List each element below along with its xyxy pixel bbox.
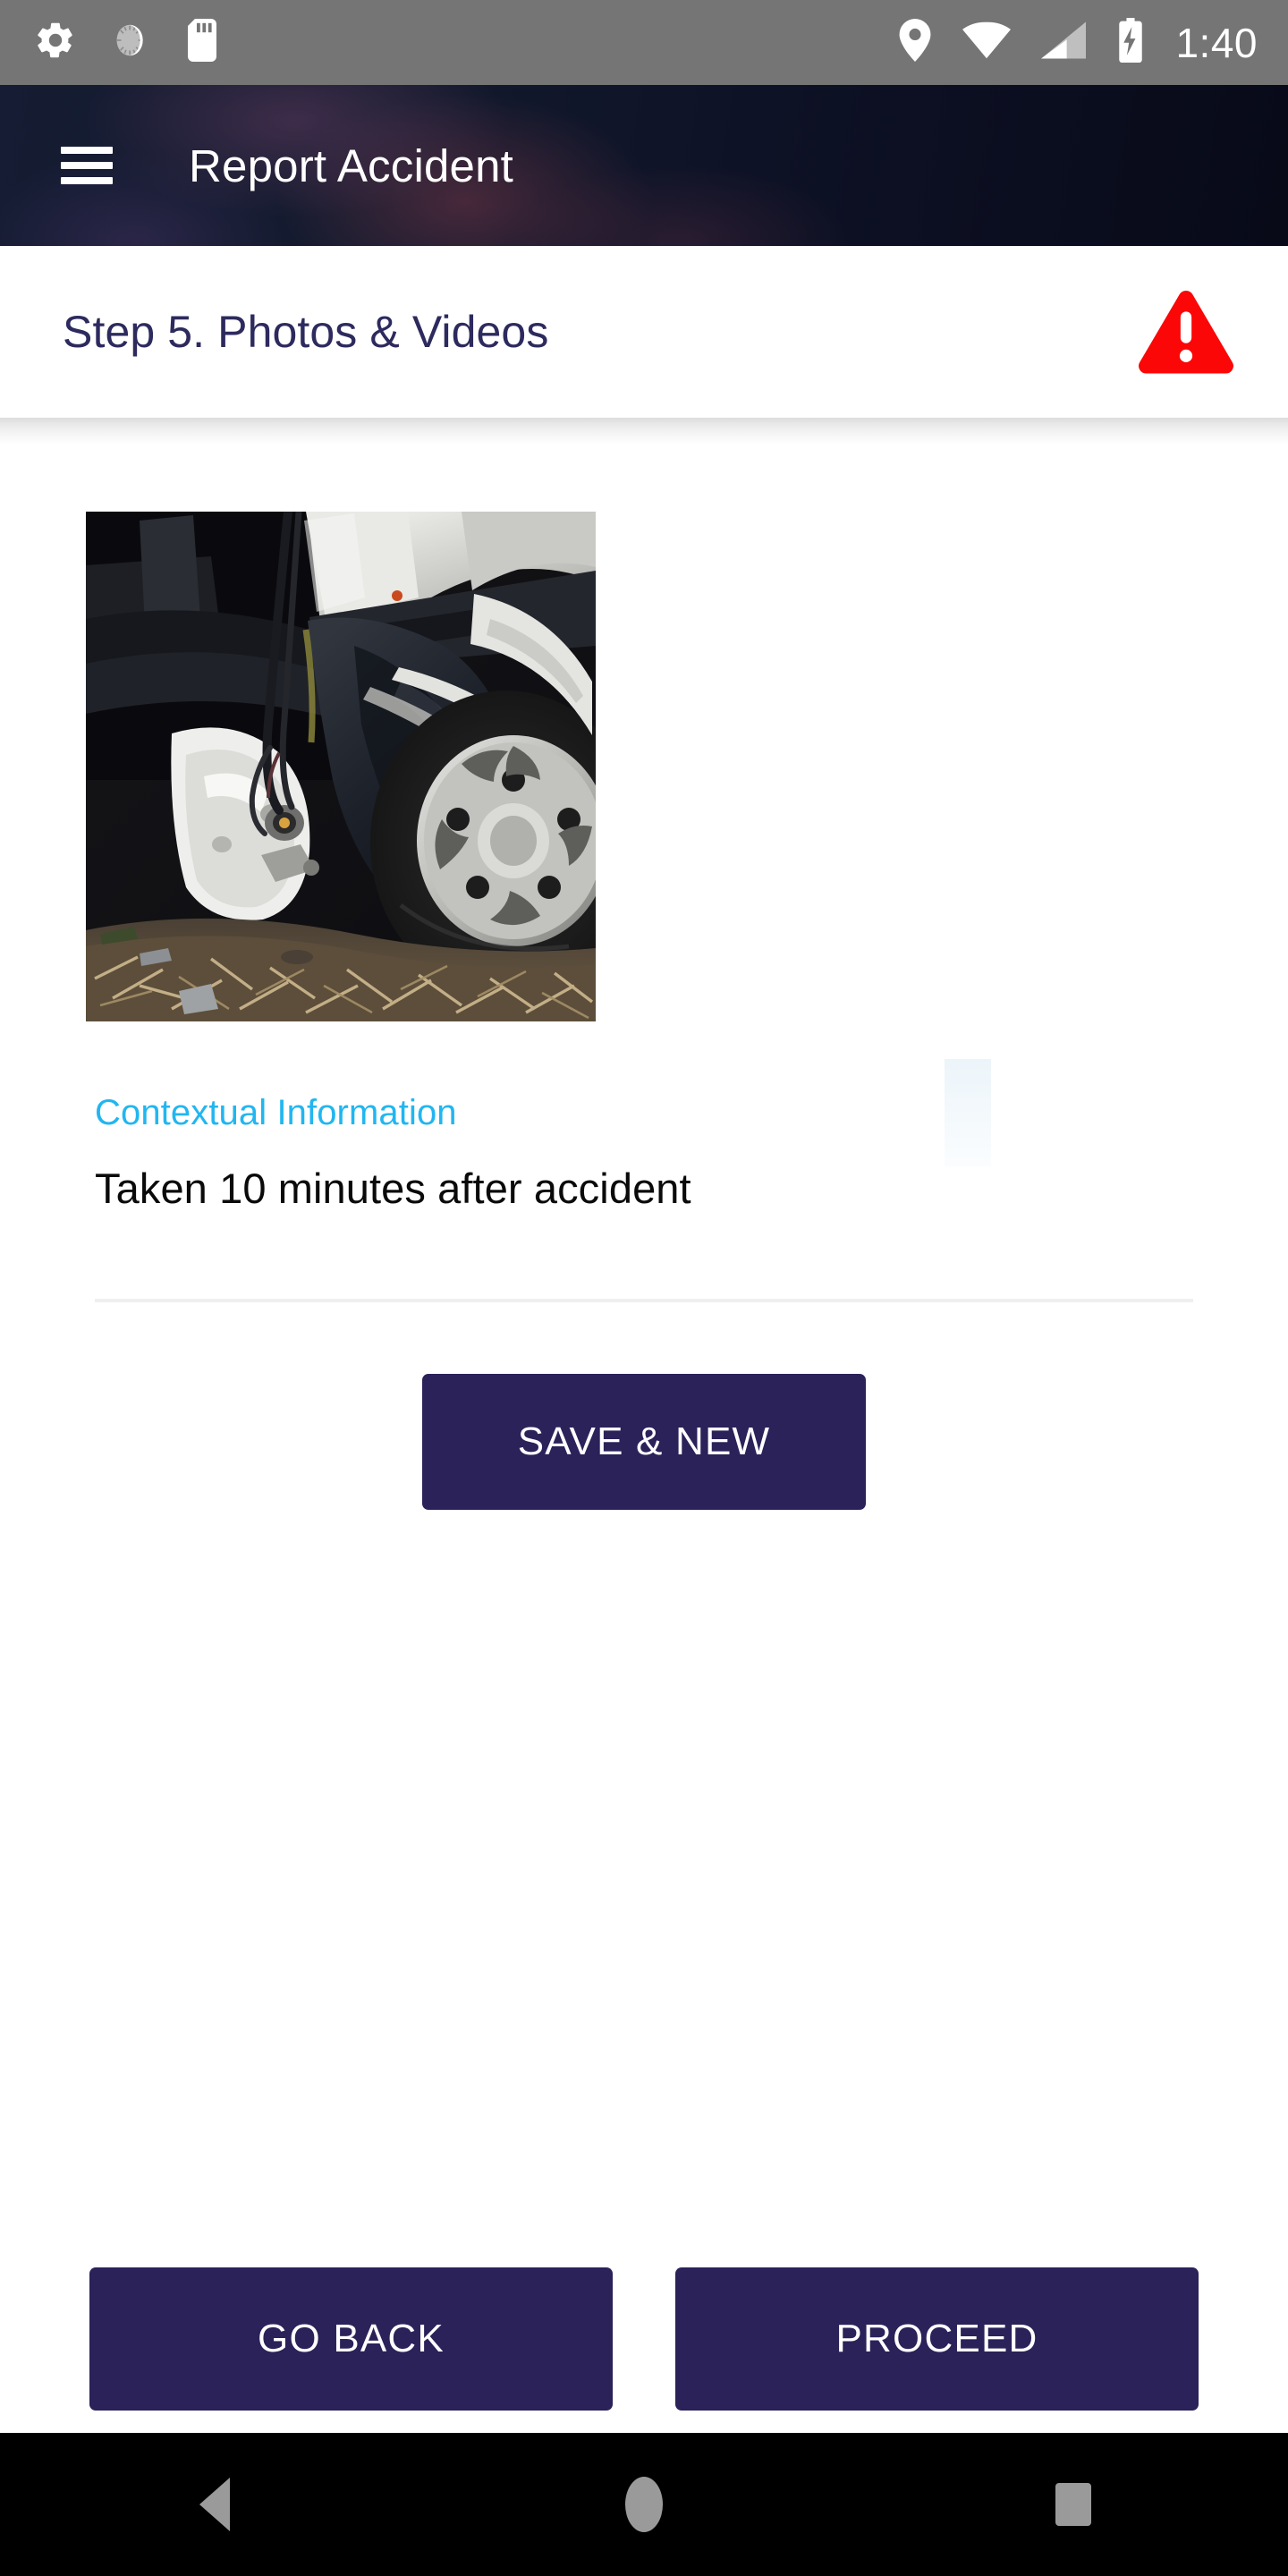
step-title: Step 5. Photos & Videos [63,307,549,357]
go-back-button[interactable]: GO BACK [89,2267,613,2411]
sd-card-icon [186,19,222,66]
contextual-information-label: Contextual Information [95,1093,457,1132]
save-and-new-button[interactable]: SAVE & NEW [422,1374,866,1510]
bottom-button-bar: GO BACK PROCEED [0,2216,1288,2433]
status-bar-left-icons [0,19,222,66]
nav-back-triangle-icon[interactable] [143,2433,286,2576]
status-bar-clock: 1:40 [1175,19,1258,66]
page-title: Report Accident [189,140,514,191]
cellular-signal-icon [1041,21,1087,64]
proceed-button[interactable]: PROCEED [675,2267,1199,2411]
contextual-information-input[interactable]: Taken 10 minutes after accident [95,1164,1193,1213]
warning-triangle-icon[interactable] [1138,289,1234,375]
settings-gear-icon [34,19,77,66]
step-header: Step 5. Photos & Videos [0,246,1288,418]
status-bar-right-icons: 1:40 [898,18,1288,67]
header-divider-shadow [0,418,1288,445]
app-bar: Report Accident [0,85,1288,246]
contextual-information-field[interactable]: Contextual Information Taken 10 minutes … [95,1059,1193,1213]
battery-charging-icon [1116,18,1145,67]
nav-recents-square-icon[interactable] [1002,2433,1145,2576]
wifi-icon [962,21,1012,64]
phone-screen: 1:40 Report Accident Step 5. Photos & Vi… [0,0,1288,2576]
hamburger-menu-icon[interactable] [61,147,113,184]
status-bar: 1:40 [0,0,1288,85]
screen-rotation-icon [111,19,152,66]
android-navigation-bar [0,2433,1288,2576]
accident-photo-thumbnail[interactable] [86,512,596,1021]
contextual-information-underline [95,1299,1193,1302]
main-content: Contextual Information Taken 10 minutes … [0,445,1288,2216]
location-pin-icon [898,19,932,66]
nav-home-circle-icon[interactable] [572,2433,716,2576]
